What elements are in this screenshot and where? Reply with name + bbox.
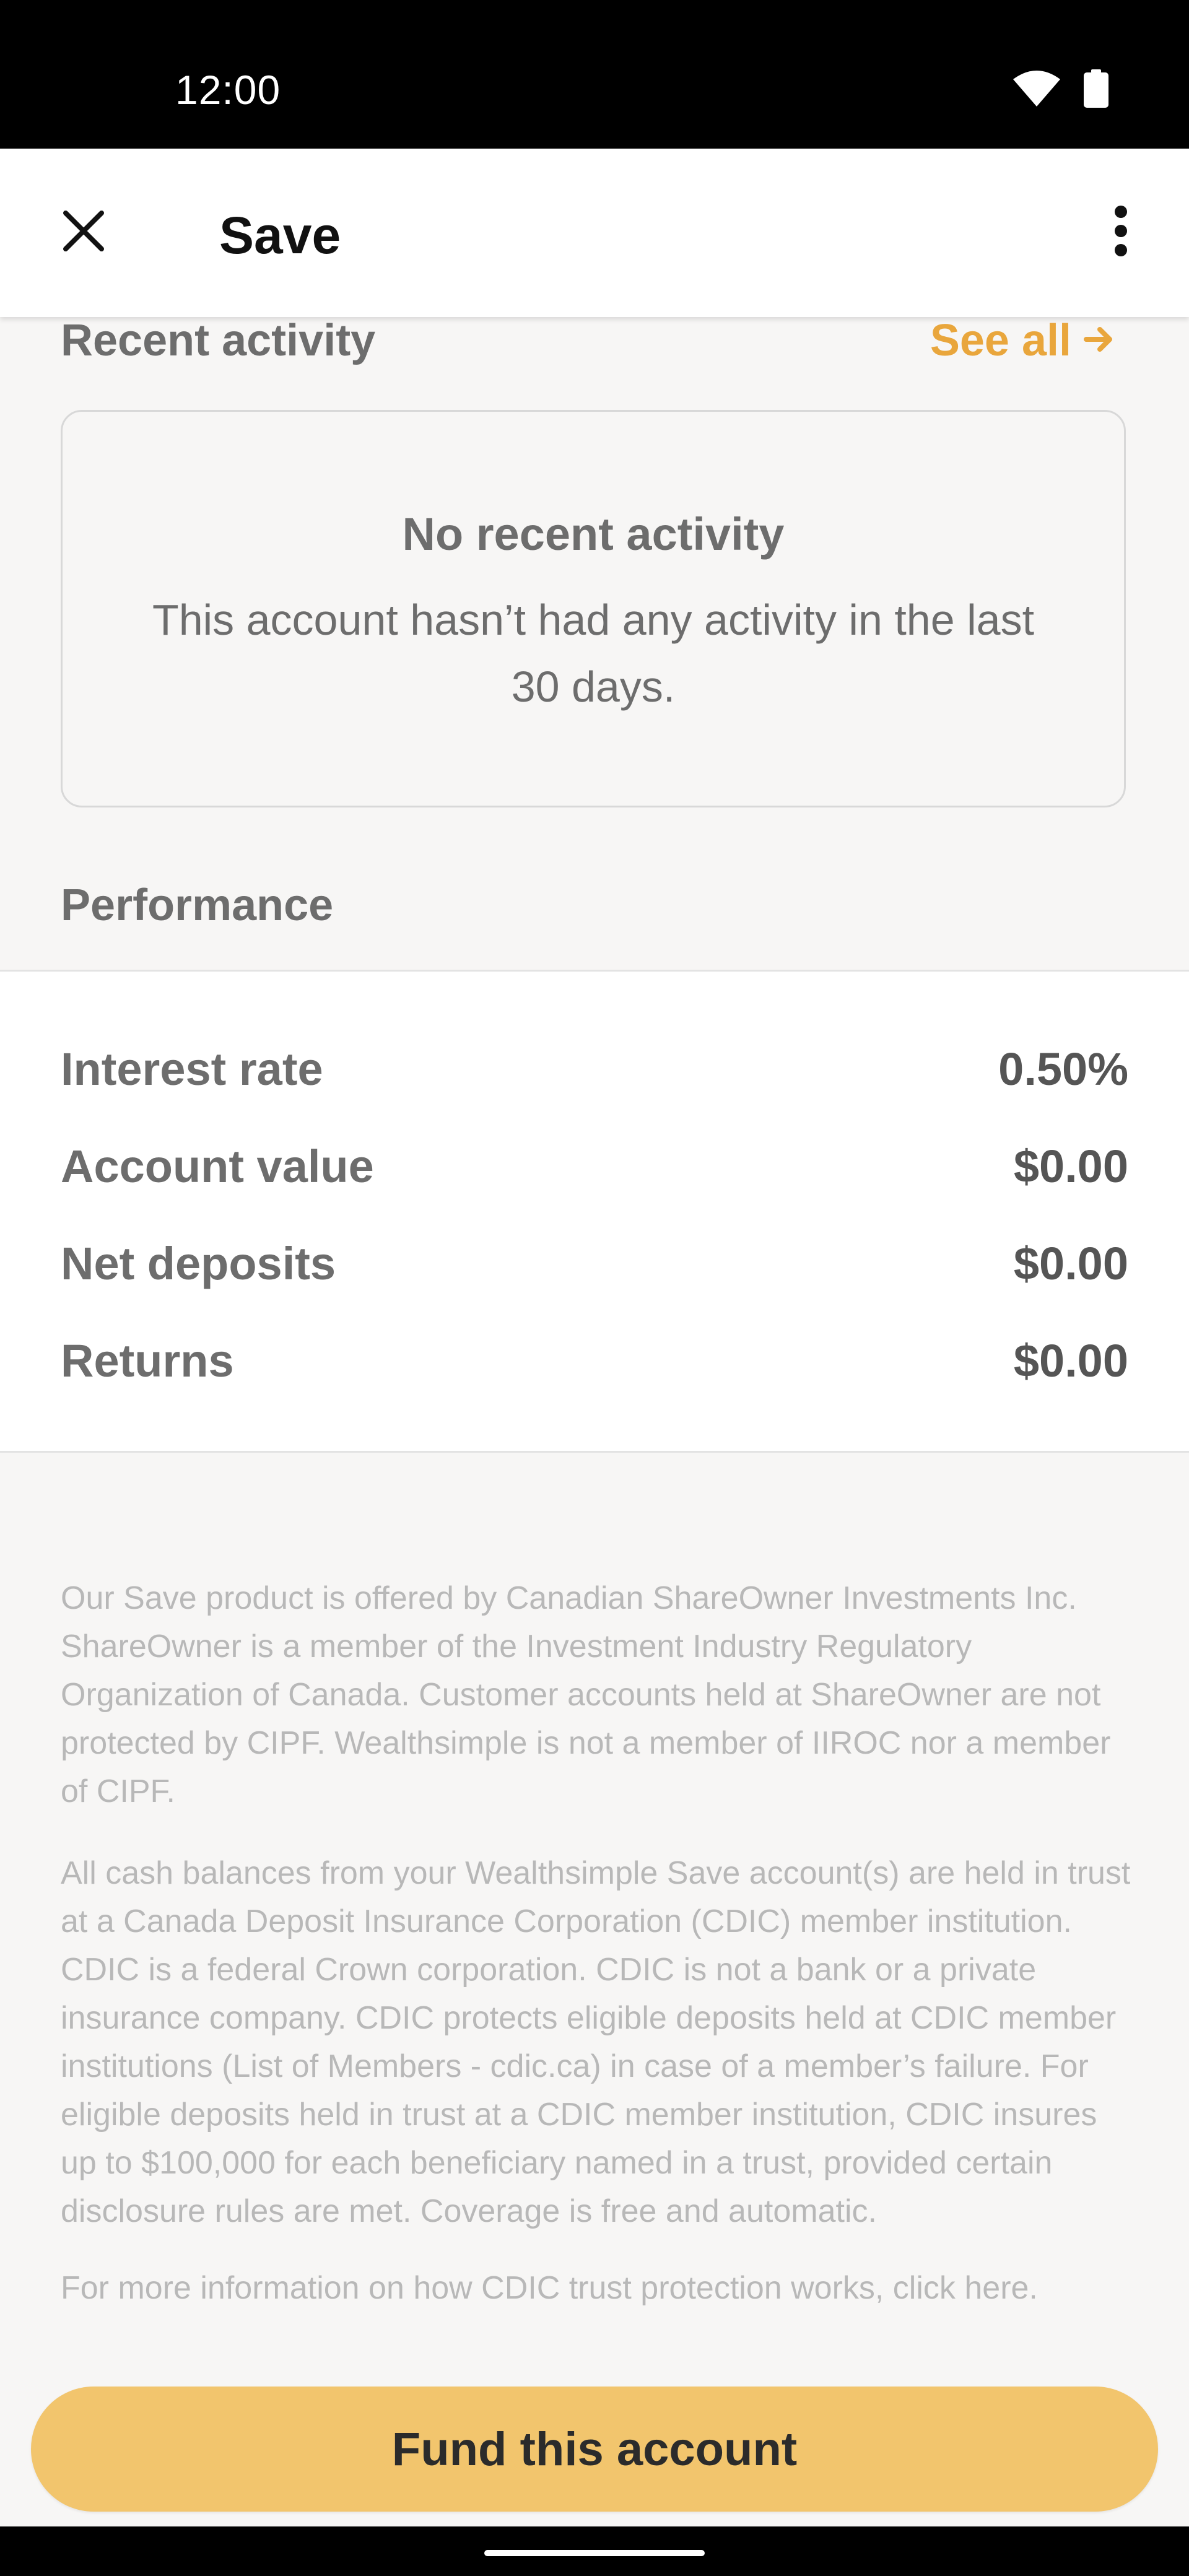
net-deposits-value: $0.00 bbox=[1013, 1237, 1128, 1289]
close-button[interactable] bbox=[46, 195, 121, 269]
account-value-label: Account value bbox=[61, 1140, 374, 1192]
fund-account-button[interactable]: Fund this account bbox=[31, 2387, 1158, 2512]
arrow-right-icon bbox=[1082, 310, 1115, 372]
interest-rate-label: Interest rate bbox=[61, 1043, 323, 1095]
wifi-icon bbox=[1013, 71, 1060, 110]
see-all-link[interactable]: See all bbox=[930, 310, 1115, 372]
battery-icon bbox=[1084, 69, 1108, 111]
empty-state-title: No recent activity bbox=[402, 508, 785, 560]
recent-activity-title: Recent activity bbox=[61, 316, 376, 365]
account-value-value: $0.00 bbox=[1013, 1140, 1128, 1192]
save-product-disclaimer: Our Save product is offered by Canadian … bbox=[61, 1580, 1111, 1809]
recent-activity-card: No recent activity This account hasn’t h… bbox=[61, 410, 1126, 807]
more-vertical-icon bbox=[1113, 205, 1128, 259]
net-deposits-label: Net deposits bbox=[61, 1237, 336, 1289]
page-title: Save bbox=[219, 206, 341, 264]
status-bar: 12:00 bbox=[0, 0, 1189, 149]
performance-row: Returns $0.00 bbox=[61, 1326, 1128, 1395]
status-icons bbox=[1013, 69, 1108, 111]
status-time: 12:00 bbox=[175, 67, 281, 113]
cdic-more-info-link[interactable]: For more information on how CDIC trust p… bbox=[61, 2264, 1132, 2312]
see-all-label: See all bbox=[930, 316, 1071, 365]
home-indicator[interactable] bbox=[484, 2550, 705, 2556]
empty-state-body: This account hasn’t had any activity in … bbox=[152, 596, 1035, 711]
app-bar bbox=[0, 149, 1189, 317]
performance-row: Net deposits $0.00 bbox=[61, 1229, 1128, 1297]
performance-row: Account value $0.00 bbox=[61, 1132, 1128, 1200]
performance-title: Performance bbox=[61, 881, 334, 930]
close-icon bbox=[62, 209, 105, 256]
more-options-button[interactable] bbox=[1084, 195, 1158, 269]
returns-value: $0.00 bbox=[1013, 1334, 1128, 1386]
performance-panel: Interest rate 0.50% Account value $0.00 … bbox=[0, 970, 1189, 1453]
cdic-disclaimer: All cash balances from your Wealthsimple… bbox=[61, 1855, 1131, 2229]
returns-label: Returns bbox=[61, 1334, 234, 1386]
performance-row: Interest rate 0.50% bbox=[61, 1035, 1128, 1103]
interest-rate-value: 0.50% bbox=[998, 1043, 1128, 1095]
